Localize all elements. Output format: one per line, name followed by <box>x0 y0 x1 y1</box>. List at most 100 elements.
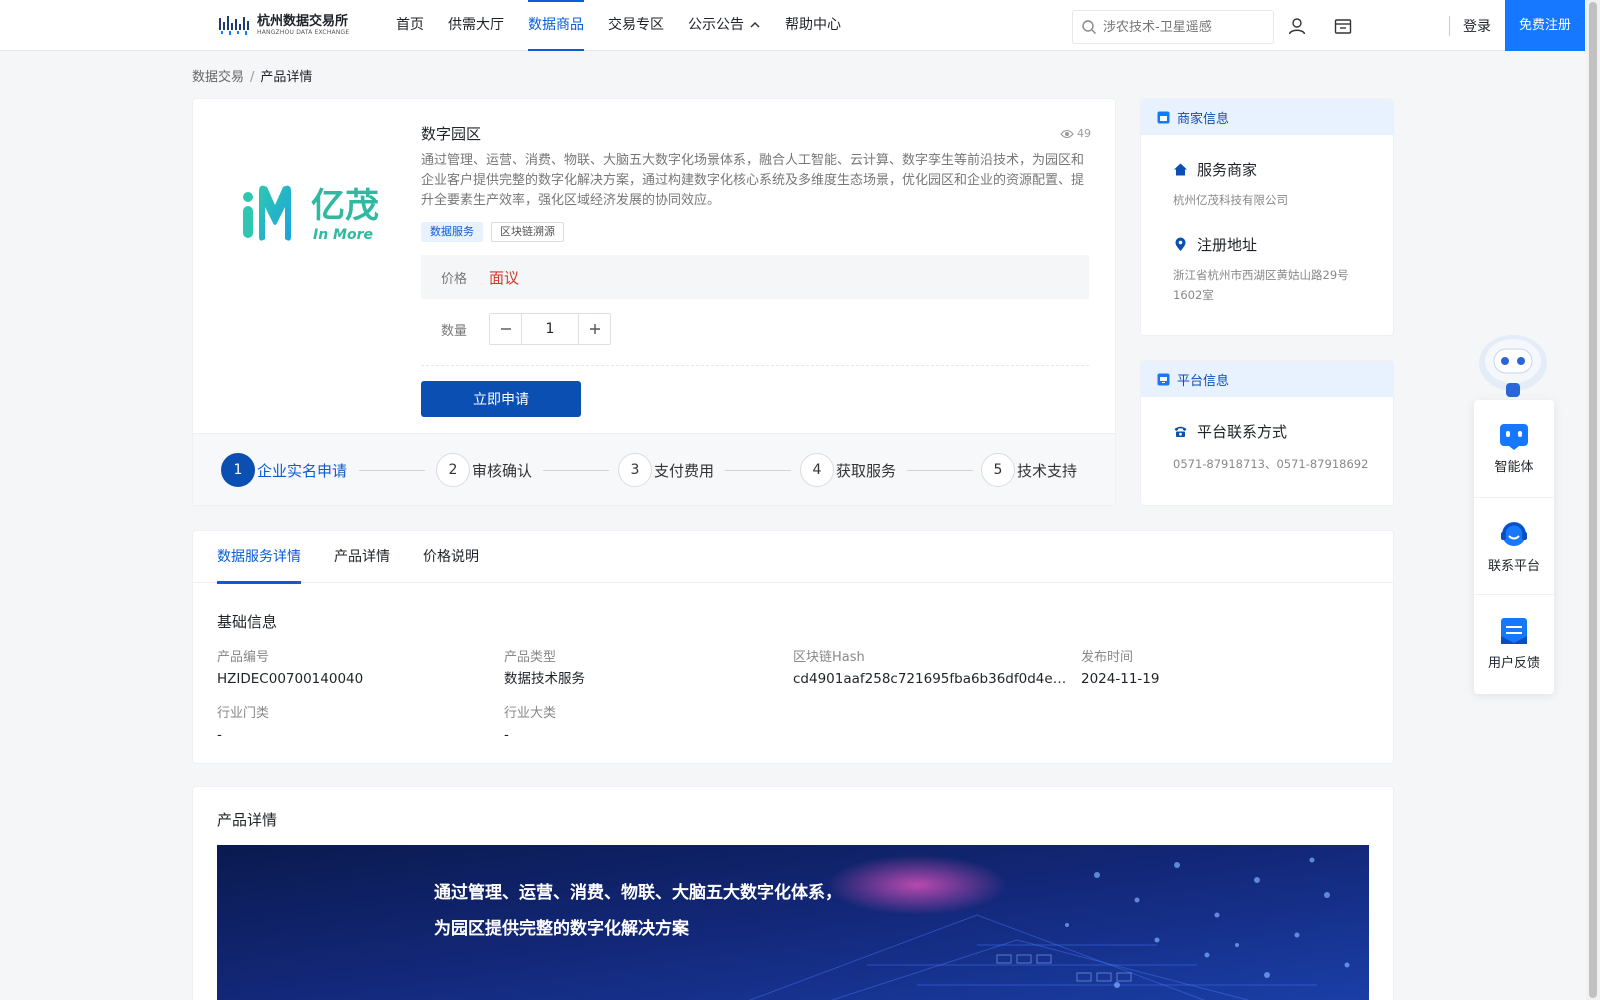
decrement-button[interactable] <box>490 314 521 344</box>
platform-contact-title: 平台联系方式 <box>1173 421 1393 442</box>
apply-now-button[interactable]: 立即申请 <box>421 381 581 417</box>
tab-product-details[interactable]: 产品详情 <box>334 531 390 583</box>
tag-blockchain: 区块链溯源 <box>491 222 564 242</box>
product-card: 亿茂 In More 数字园区 49 通过管理、运营、消费、物联、大脑五大数字化… <box>192 98 1116 506</box>
search-input[interactable] <box>1103 19 1263 35</box>
scrollbar-thumb[interactable] <box>1589 2 1597 998</box>
step-3: 3 支付费用 <box>618 453 714 487</box>
step-4: 4 获取服务 <box>800 453 896 487</box>
search-icon <box>1082 20 1096 34</box>
floating-toolbar: 智能体 联系平台 用户反馈 <box>1474 400 1554 694</box>
register-button[interactable]: 免费注册 <box>1505 0 1585 51</box>
nav-help-center[interactable]: 帮助中心 <box>785 0 841 50</box>
merchant-info-card: 商家信息 服务商家 杭州亿茂科技有限公司 注册地址 浙江省杭州市西湖区黄姑山路2… <box>1140 98 1394 336</box>
user-icon[interactable] <box>1287 16 1307 36</box>
field-label: 行业大类 <box>504 706 557 721</box>
quantity-input[interactable]: 1 <box>521 314 579 344</box>
price-label: 价格 <box>441 271 468 287</box>
platform-info-header: 平台信息 <box>1141 361 1393 397</box>
step-1: 1 企业实名申请 <box>221 453 347 487</box>
tab-price-notes[interactable]: 价格说明 <box>423 531 479 583</box>
product-tags: 数据服务 区块链溯源 <box>421 222 572 242</box>
step-label: 技术支持 <box>1017 461 1078 480</box>
nav-supply-demand[interactable]: 供需大厅 <box>448 0 504 50</box>
banner-line-1: 通过管理、运营、消费、物联、大脑五大数字化体系， <box>434 883 842 903</box>
minus-icon <box>500 328 511 330</box>
robot-mascot-icon[interactable] <box>1474 325 1552 403</box>
ai-agent-button[interactable]: 智能体 <box>1474 400 1554 497</box>
field-industry-category: 行业门类 - <box>217 704 477 746</box>
step-number: 1 <box>221 453 255 487</box>
contact-platform-button[interactable]: 联系平台 <box>1474 497 1554 594</box>
nav-data-products[interactable]: 数据商品 <box>528 0 584 51</box>
ai-agent-label: 智能体 <box>1494 460 1534 475</box>
headset-icon <box>1501 521 1527 546</box>
platform-info-title: 平台信息 <box>1177 373 1230 389</box>
platform-info-card: 平台信息 平台联系方式 0571-87918713、0571-87918692 <box>1140 360 1394 506</box>
breadcrumb-current: 产品详情 <box>260 70 313 85</box>
product-logo: 亿茂 In More <box>243 185 379 243</box>
nav-announcements-label: 公示公告 <box>688 17 744 33</box>
basic-info-title: 基础信息 <box>217 613 278 631</box>
top-header: 杭州数据交易所 HANGZHOU DATA EXCHANGE 首页 供需大厅 数… <box>0 0 1586 51</box>
field-value: cd4901aaf258c721695fba6b36df0d4efbb7... <box>793 671 1069 687</box>
quantity-label: 数量 <box>441 323 468 339</box>
field-label: 区块链Hash <box>793 650 865 665</box>
feedback-icon <box>1501 617 1527 644</box>
login-link[interactable]: 登录 <box>1463 16 1491 36</box>
tag-data-service: 数据服务 <box>421 222 483 242</box>
field-label: 行业门类 <box>217 706 270 721</box>
plus-icon <box>589 324 600 334</box>
main-nav: 首页 供需大厅 数据商品 交易专区 公示公告 帮助中心 <box>396 0 865 51</box>
logo-title: 杭州数据交易所 <box>257 13 349 29</box>
user-feedback-label: 用户反馈 <box>1487 655 1540 671</box>
view-count-value: 49 <box>1077 127 1091 140</box>
quantity-row: 数量 1 <box>421 313 611 345</box>
header-divider <box>1449 16 1450 36</box>
field-value: 2024-11-19 <box>1081 671 1160 687</box>
field-product-type: 产品类型 数据技术服务 <box>504 648 764 690</box>
platform-contact-label: 平台联系方式 <box>1197 423 1288 441</box>
tab-service-details[interactable]: 数据服务详情 <box>217 531 301 584</box>
breadcrumb: 数据交易 / 产品详情 <box>192 66 312 85</box>
phone-icon <box>1174 426 1187 437</box>
step-2: 2 审核确认 <box>436 453 532 487</box>
increment-button[interactable] <box>579 314 610 344</box>
svg-text:亿茂: 亿茂 <box>311 186 379 226</box>
field-value: 数据技术服务 <box>504 671 585 687</box>
quantity-stepper: 1 <box>489 313 611 345</box>
user-feedback-button[interactable]: 用户反馈 <box>1474 594 1554 691</box>
step-label: 审核确认 <box>472 461 533 480</box>
step-number: 3 <box>618 453 652 487</box>
site-logo[interactable]: 杭州数据交易所 HANGZHOU DATA EXCHANGE <box>218 10 358 40</box>
step-number: 4 <box>800 453 834 487</box>
registered-address-label: 注册地址 <box>1197 236 1258 254</box>
registered-address-value: 浙江省杭州市西湖区黄姑山路29号1602室 <box>1173 268 1349 302</box>
nav-home[interactable]: 首页 <box>396 0 424 50</box>
field-value: - <box>504 727 509 743</box>
field-label: 产品类型 <box>504 650 557 665</box>
step-label: 获取服务 <box>836 461 897 480</box>
service-merchant-label: 服务商家 <box>1197 161 1258 179</box>
logo-subtitle: HANGZHOU DATA EXCHANGE <box>257 28 350 36</box>
platform-contact-value: 0571-87918713、0571-87918692 <box>1173 457 1369 471</box>
process-steps: 1 企业实名申请 2 审核确认 3 支付费用 4 获取服务 5 技术支持 <box>193 433 1115 505</box>
breadcrumb-root[interactable]: 数据交易 <box>192 70 244 85</box>
monitor-icon <box>1157 373 1170 385</box>
logo-bars-icon <box>219 16 249 35</box>
search-box[interactable] <box>1072 10 1274 44</box>
robot-chat-icon <box>1500 424 1528 450</box>
step-number: 2 <box>436 453 470 487</box>
nav-announcements[interactable]: 公示公告 <box>688 0 761 50</box>
field-value: HZIDEC00700140040 <box>217 671 364 687</box>
step-label: 支付费用 <box>654 461 715 480</box>
service-details-card: 数据服务详情 产品详情 价格说明 基础信息 产品编号 HZIDEC0070014… <box>192 530 1394 764</box>
shop-icon[interactable] <box>1333 16 1353 36</box>
svg-text:In More: In More <box>313 227 373 243</box>
banner-caption: 通过管理、运营、消费、物联、大脑五大数字化体系， 为园区提供完整的数字化解决方案 <box>434 875 842 947</box>
product-title: 数字园区 <box>421 125 482 143</box>
page-scrollbar[interactable] <box>1586 0 1600 1000</box>
nav-trading-zone[interactable]: 交易专区 <box>608 0 664 50</box>
field-label: 发布时间 <box>1081 650 1134 665</box>
product-description: 通过管理、运营、消费、物联、大脑五大数字化场景体系，融合人工智能、云计算、数字孪… <box>421 153 1085 208</box>
